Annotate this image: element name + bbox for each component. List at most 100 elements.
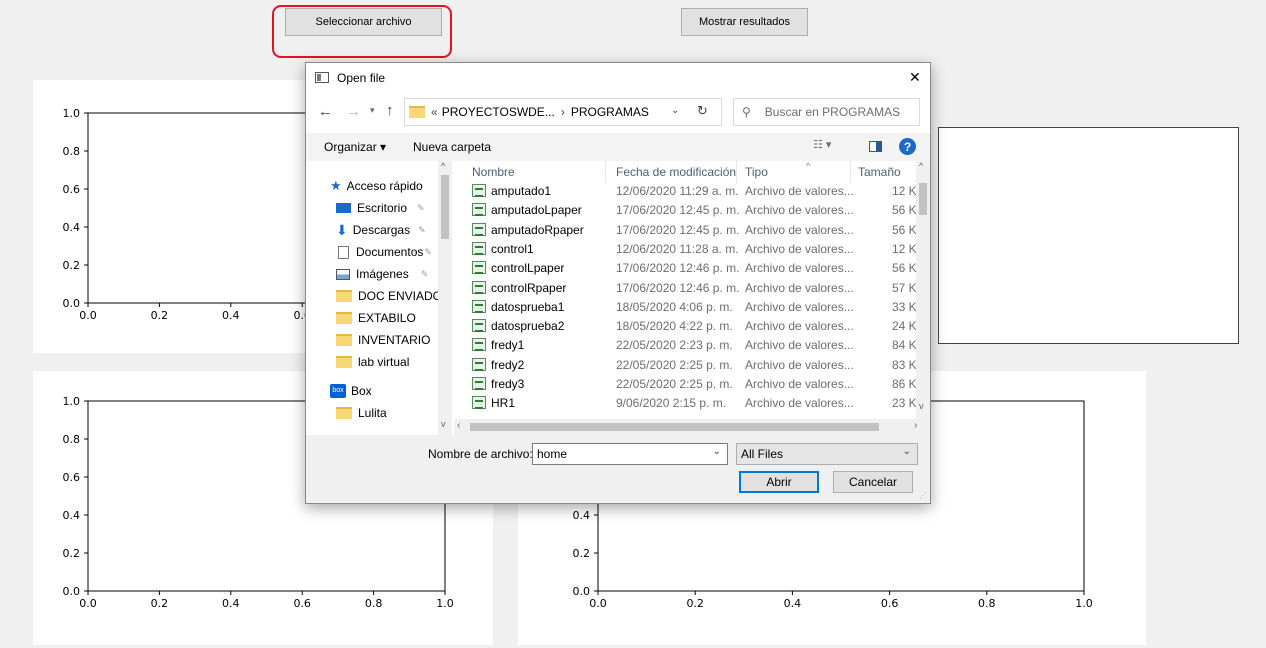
nav-label: Lulita xyxy=(358,406,387,420)
file-row[interactable]: amputadoLpaper 17/06/2020 12:45 p. m. Arch… xyxy=(454,200,917,220)
file-name: control1 xyxy=(491,241,534,256)
nav-lulita[interactable]: Lulita xyxy=(336,402,387,424)
resize-grip-icon[interactable]: ⋰ xyxy=(919,491,927,500)
file-row[interactable]: fredy2 22/05/2020 2:25 p. m. Archivo de va… xyxy=(454,355,917,375)
help-icon[interactable]: ? xyxy=(899,138,916,155)
download-arrow-icon: ⬇ xyxy=(336,221,348,238)
up-arrow-icon[interactable]: ↑ xyxy=(386,102,394,119)
breadcrumb-part-2[interactable]: PROGRAMAS xyxy=(571,105,649,119)
nav-downloads[interactable]: ⬇ Descargas ✎ xyxy=(336,219,426,241)
file-modified: 17/06/2020 12:45 p. m. xyxy=(616,203,740,218)
file-type-select[interactable]: All Files ⌄ xyxy=(736,443,918,465)
nav-quick-access[interactable]: ★ Acceso rápido xyxy=(330,175,423,197)
scroll-down-icon[interactable]: v xyxy=(919,401,924,411)
nav-pictures[interactable]: Imágenes ✎ xyxy=(336,263,428,285)
file-type: Archivo de valores... xyxy=(745,280,854,295)
show-results-button[interactable]: Mostrar resultados xyxy=(681,8,808,36)
cancel-button[interactable]: Cancelar xyxy=(833,471,913,493)
file-name: controlLpaper xyxy=(491,261,565,276)
file-scroll-thumb[interactable] xyxy=(919,183,927,215)
x-tick-label: 0.6 xyxy=(293,597,311,610)
file-row[interactable]: amputadoRpaper 17/06/2020 12:45 p. m. Arch… xyxy=(454,220,917,240)
dialog-titlebar[interactable]: Open file ✕ xyxy=(306,63,930,93)
file-row[interactable]: control1 12/06/2020 11:28 a. m. Archivo de… xyxy=(454,239,917,259)
search-input[interactable]: ⚲ Buscar en PROGRAMAS xyxy=(733,98,920,126)
file-row[interactable]: datosprueba2 18/05/2020 4:22 p. m. Archivo… xyxy=(454,316,917,336)
folder-icon xyxy=(409,106,425,118)
organize-button[interactable]: Organizar ▾ xyxy=(324,140,386,154)
nav-label: Escritorio xyxy=(357,201,408,215)
close-icon[interactable]: ✕ xyxy=(909,69,921,86)
file-list-scrollbar[interactable]: ^ v xyxy=(916,161,930,419)
star-icon: ★ xyxy=(330,178,342,193)
scroll-right-icon[interactable]: › xyxy=(914,420,917,431)
nav-inventario[interactable]: INVENTARIO xyxy=(336,329,430,351)
file-modified: 12/06/2020 11:28 a. m. xyxy=(616,241,739,256)
file-list-hscrollbar[interactable]: ‹ › xyxy=(454,419,930,435)
column-header-type[interactable]: Tipo xyxy=(745,165,768,179)
nav-extabilo[interactable]: EXTABILO xyxy=(336,307,416,329)
breadcrumb-part-1[interactable]: PROYECTOSWDE... xyxy=(442,105,555,119)
x-tick-label: 0.4 xyxy=(784,597,802,610)
file-row[interactable]: datosprueba1 18/05/2020 4:06 p. m. Archivo… xyxy=(454,297,917,317)
pin-icon: ✎ xyxy=(418,224,426,235)
nav-label: Acceso rápido xyxy=(346,179,423,193)
scroll-left-icon[interactable]: ‹ xyxy=(457,420,460,431)
nav-label: INVENTARIO xyxy=(358,333,431,347)
file-row[interactable]: fredy1 22/05/2020 2:23 p. m. Archivo de va… xyxy=(454,335,917,355)
address-chevron-down-icon[interactable]: ⌄ xyxy=(671,105,679,116)
open-button[interactable]: Abrir xyxy=(739,471,819,493)
file-size: 56 K xyxy=(892,203,917,218)
file-row[interactable]: fredy3 22/05/2020 2:25 p. m. Archivo de va… xyxy=(454,374,917,394)
search-placeholder: Buscar en PROGRAMAS xyxy=(764,105,901,119)
nav-lab-virtual[interactable]: lab virtual xyxy=(336,351,409,373)
column-divider[interactable] xyxy=(850,161,851,183)
dialog-title: Open file xyxy=(337,71,386,85)
nav-scroll-thumb[interactable] xyxy=(441,175,449,239)
recent-chevron-down-icon[interactable]: ▾ xyxy=(370,105,375,116)
scroll-up-icon[interactable]: ^ xyxy=(919,161,923,171)
column-header-size[interactable]: Tamaño xyxy=(858,165,901,179)
sort-up-icon: ^ xyxy=(806,161,811,171)
filename-input[interactable]: home ⌄ xyxy=(532,443,728,465)
file-row[interactable]: controlRpaper 17/06/2020 12:46 p. m. Archi… xyxy=(454,278,917,298)
x-tick-label: 1.0 xyxy=(1075,597,1093,610)
x-tick-label: 0.2 xyxy=(151,597,169,610)
file-modified: 18/05/2020 4:06 p. m. xyxy=(616,299,733,314)
nav-documents[interactable]: Documentos ✎ xyxy=(336,241,432,263)
back-arrow-icon[interactable]: ← xyxy=(318,103,333,120)
filename-chevron-down-icon[interactable]: ⌄ xyxy=(713,446,721,457)
forward-arrow-icon[interactable]: → xyxy=(346,103,361,120)
scroll-down-icon[interactable]: v xyxy=(441,419,446,429)
column-divider[interactable] xyxy=(605,161,606,183)
y-tick-label: 0.4 xyxy=(63,509,81,522)
address-bar[interactable]: « PROYECTOSWDE... › PROGRAMAS ⌄ ↻ xyxy=(404,98,722,126)
file-type-value: All Files xyxy=(741,447,784,461)
scroll-up-icon[interactable]: ^ xyxy=(441,161,445,171)
file-name: controlRpaper xyxy=(491,280,567,295)
nav-doc-enviado[interactable]: DOC ENVIADO xyxy=(336,285,442,307)
file-type: Archivo de valores... xyxy=(745,184,854,198)
column-header-name[interactable]: Nombre xyxy=(472,165,515,179)
new-folder-button[interactable]: Nueva carpeta xyxy=(413,140,491,154)
file-row[interactable]: HR1 9/06/2020 2:15 p. m. Archivo de valore… xyxy=(454,393,917,413)
pin-icon: ✎ xyxy=(420,268,429,279)
view-options-icon[interactable]: ☷ ▾ xyxy=(813,138,831,151)
select-file-button[interactable]: Seleccionar archivo xyxy=(285,8,442,36)
column-divider[interactable] xyxy=(736,161,737,183)
file-size: 86 K xyxy=(892,377,917,391)
nav-desktop[interactable]: Escritorio ✎ xyxy=(336,197,425,219)
nav-scrollbar[interactable]: ^ v xyxy=(438,161,452,435)
column-header-modified[interactable]: Fecha de modificación xyxy=(616,165,736,179)
file-type-chevron-down-icon[interactable]: ⌄ xyxy=(903,446,911,457)
x-tick-label: 0.8 xyxy=(978,597,996,610)
preview-pane-icon[interactable] xyxy=(869,141,882,152)
nav-box[interactable]: box Box xyxy=(330,380,372,402)
file-type: Archivo de valores... xyxy=(745,377,854,391)
refresh-icon[interactable]: ↻ xyxy=(697,103,708,119)
file-row[interactable]: amputado1 12/06/2020 11:29 a. m. Archivo d… xyxy=(454,181,917,201)
file-name: fredy3 xyxy=(491,377,525,391)
file-hscroll-thumb[interactable] xyxy=(470,423,879,431)
file-row[interactable]: controlLpaper 17/06/2020 12:46 p. m. Archi… xyxy=(454,258,917,278)
y-tick-label: 0.2 xyxy=(63,547,81,560)
